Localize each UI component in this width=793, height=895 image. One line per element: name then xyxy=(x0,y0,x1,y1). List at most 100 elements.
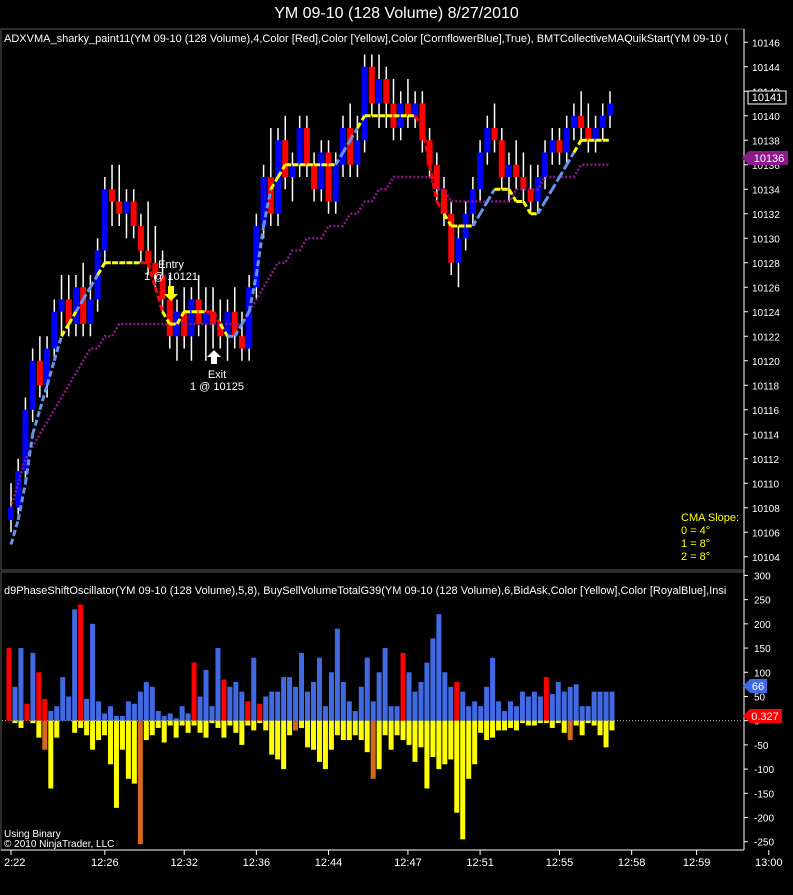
oscillator-bar-positive xyxy=(478,706,484,721)
oscillator-bar-positive xyxy=(567,686,573,721)
oscillator-bar-negative xyxy=(388,720,394,750)
oscillator-bar-positive xyxy=(376,672,382,721)
oscillator-bar-negative xyxy=(412,720,418,762)
oscillator-bar-positive xyxy=(531,691,537,721)
oscillator-bar-negative xyxy=(78,720,84,728)
oscillator-bar-positive xyxy=(436,614,442,721)
price-y-tick-label: 10146 xyxy=(752,38,780,49)
chart-canvas[interactable]: 10104 10106 10108 10110 10112 10114 10116 10118… xyxy=(0,0,793,895)
oscillator-bar-negative xyxy=(287,720,293,736)
oscillator-bar-positive xyxy=(66,696,72,721)
oscillator-bar-positive xyxy=(597,691,603,721)
oscillator-bar-negative xyxy=(346,720,352,741)
exit-arrow-icon xyxy=(207,350,221,364)
oscillator-y-tick-label: 100 xyxy=(754,668,771,679)
price-bar-body xyxy=(339,128,346,165)
price-bar-body xyxy=(498,140,505,177)
price-bar-body xyxy=(361,66,368,141)
price-bar-body xyxy=(80,287,87,324)
oscillator-bar-positive xyxy=(161,715,167,721)
oscillator-bar-positive xyxy=(281,677,287,721)
price-bar-body xyxy=(513,164,520,177)
price-bar-body xyxy=(311,164,318,190)
oscillator-y-tick-label: 250 xyxy=(754,596,771,607)
oscillator-bar-positive xyxy=(543,677,549,721)
oscillator-bar-positive xyxy=(442,672,448,721)
cma-slope-line-1: 1 = 8° xyxy=(681,538,710,550)
oscillator-bar-negative xyxy=(72,720,78,733)
oscillator-bar-positive xyxy=(203,669,209,721)
price-bar-body xyxy=(289,164,296,177)
oscillator-bar-negative xyxy=(275,720,281,760)
oscillator-y-tick-label: 200 xyxy=(754,620,771,631)
oscillator-bar-positive xyxy=(149,686,155,721)
price-bar-body xyxy=(145,250,152,263)
oscillator-bar-positive xyxy=(233,681,239,721)
price-bar-body xyxy=(325,152,332,202)
ma-price-tag: 10136 xyxy=(742,151,788,165)
price-y-tick-label: 10108 xyxy=(752,504,780,515)
price-bar-body xyxy=(318,152,325,190)
x-tick-label: 12:59 xyxy=(683,857,711,869)
oscillator-bar-positive xyxy=(293,686,299,721)
oscillator-bar-negative xyxy=(496,720,502,731)
oscillator-bar-positive xyxy=(549,694,555,721)
price-bar-body xyxy=(542,152,549,177)
oscillator-bar-positive xyxy=(239,691,245,721)
oscillator-value-tag-upper: 66 xyxy=(743,679,767,693)
oscillator-bar-positive xyxy=(418,681,424,721)
oscillator-bar-positive xyxy=(364,657,370,721)
oscillator-bar-negative xyxy=(472,720,478,765)
adxvma-segment xyxy=(550,176,561,191)
x-tick-label: 12:44 xyxy=(315,857,343,869)
oscillator-y-tick-label: -200 xyxy=(754,814,774,825)
oscillator-bar-negative xyxy=(591,720,597,726)
oscillator-bar-negative xyxy=(191,720,197,726)
oscillator-bar-positive xyxy=(490,657,496,721)
oscillator-bar-positive xyxy=(185,713,191,721)
adxvma-segment xyxy=(38,384,49,411)
oscillator-bar-positive xyxy=(322,706,328,721)
price-bar-body xyxy=(426,140,433,165)
oscillator-bar-positive xyxy=(573,684,579,721)
oscillator-bar-negative xyxy=(131,720,137,784)
oscillator-bar-negative xyxy=(310,720,316,750)
oscillator-bar-negative xyxy=(102,720,108,736)
oscillator-bar-negative xyxy=(370,720,376,779)
price-bar-body xyxy=(477,152,484,190)
price-y-tick-label: 10122 xyxy=(752,332,780,343)
oscillator-bar-negative xyxy=(603,720,609,748)
oscillator-bar-positive xyxy=(113,715,119,721)
oscillator-bar-negative xyxy=(585,720,591,724)
oscillator-bar-positive xyxy=(328,672,334,721)
oscillator-bar-negative xyxy=(84,720,90,736)
oscillator-bar-positive xyxy=(340,681,346,721)
oscillator-bar-positive xyxy=(472,701,478,721)
oscillator-bar-positive xyxy=(424,662,430,721)
oscillator-bar-positive xyxy=(519,691,525,721)
oscillator-bar-negative xyxy=(155,720,161,728)
price-bar-body xyxy=(527,189,534,202)
price-bar-body xyxy=(484,128,491,153)
oscillator-bar-negative xyxy=(400,720,406,741)
price-bar-body xyxy=(491,128,498,141)
oscillator-bar-negative xyxy=(364,720,370,753)
oscillator-bar-negative xyxy=(137,720,143,845)
oscillator-bar-positive xyxy=(460,691,466,721)
oscillator-bar-positive xyxy=(102,713,108,721)
oscillator-bar-negative xyxy=(573,720,579,726)
oscillator-bar-negative xyxy=(185,720,191,733)
oscillator-bar-negative xyxy=(567,720,573,741)
oscillator-bar-positive xyxy=(537,696,543,721)
adxvma-segment xyxy=(471,212,482,227)
oscillator-bar-positive xyxy=(561,691,567,721)
oscillator-bar-negative xyxy=(161,720,167,743)
price-y-tick-label: 10126 xyxy=(752,283,780,294)
oscillator-bar-negative xyxy=(42,720,48,750)
cma-slope-line-0: 0 = 4° xyxy=(681,525,710,537)
oscillator-bar-negative xyxy=(90,720,96,750)
oscillator-bar-negative xyxy=(382,720,388,736)
oscillator-bar-negative xyxy=(239,720,245,745)
oscillator-bar-positive xyxy=(525,696,531,721)
oscillator-bar-negative xyxy=(424,720,430,789)
